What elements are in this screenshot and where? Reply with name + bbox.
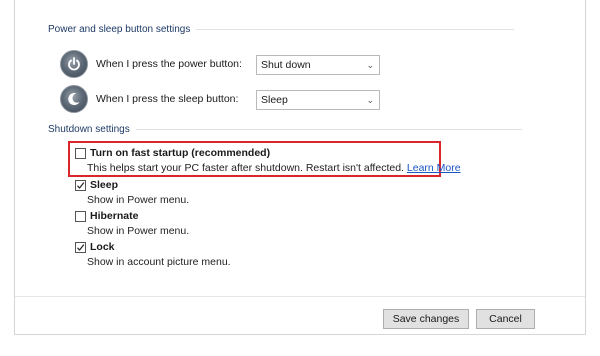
sleep-button-row: When I press the sleep button: xyxy=(60,85,246,113)
power-button-label: When I press the power button: xyxy=(96,58,242,70)
save-changes-button[interactable]: Save changes xyxy=(383,309,469,329)
shutdown-section-title: Shutdown settings xyxy=(48,124,130,135)
sleep-moon-icon xyxy=(60,85,88,113)
footer-divider xyxy=(15,296,585,297)
fast-startup-checkbox[interactable] xyxy=(75,148,86,159)
power-sleep-section-header: Power and sleep button settings xyxy=(48,24,515,35)
lock-option-description: Show in account picture menu. xyxy=(87,256,231,268)
power-button-row: When I press the power button: xyxy=(60,50,246,78)
learn-more-link[interactable]: Learn More xyxy=(407,162,461,174)
section-divider xyxy=(196,29,515,30)
cancel-button[interactable]: Cancel xyxy=(476,309,535,329)
fast-startup-description-text: This helps start your PC faster after sh… xyxy=(87,162,404,174)
sleep-checkbox[interactable] xyxy=(75,180,86,191)
chevron-down-icon: ⌄ xyxy=(366,60,374,70)
sleep-button-dropdown-value: Sleep xyxy=(261,94,288,106)
sleep-button-dropdown[interactable]: Sleep ⌄ xyxy=(256,90,380,110)
chevron-down-icon: ⌄ xyxy=(366,95,374,105)
sleep-option-description: Show in Power menu. xyxy=(87,194,190,206)
section-divider xyxy=(135,129,522,130)
power-sleep-section-title: Power and sleep button settings xyxy=(48,24,191,35)
power-button-dropdown[interactable]: Shut down ⌄ xyxy=(256,55,380,75)
hibernate-option-title: Hibernate xyxy=(90,210,139,222)
checkmark-icon xyxy=(77,182,85,189)
checkmark-icon xyxy=(77,244,85,251)
sleep-option-title: Sleep xyxy=(90,179,119,191)
shutdown-section-header: Shutdown settings xyxy=(48,124,522,135)
power-button-dropdown-value: Shut down xyxy=(261,59,311,71)
hibernate-option-description: Show in Power menu. xyxy=(87,225,190,237)
fast-startup-description: This helps start your PC faster after sh… xyxy=(87,162,461,174)
lock-option-title: Lock xyxy=(90,241,115,253)
fast-startup-title: Turn on fast startup (recommended) xyxy=(90,147,271,159)
hibernate-checkbox[interactable] xyxy=(75,211,86,222)
power-icon xyxy=(60,50,88,78)
lock-checkbox[interactable] xyxy=(75,242,86,253)
sleep-button-label: When I press the sleep button: xyxy=(96,93,239,105)
